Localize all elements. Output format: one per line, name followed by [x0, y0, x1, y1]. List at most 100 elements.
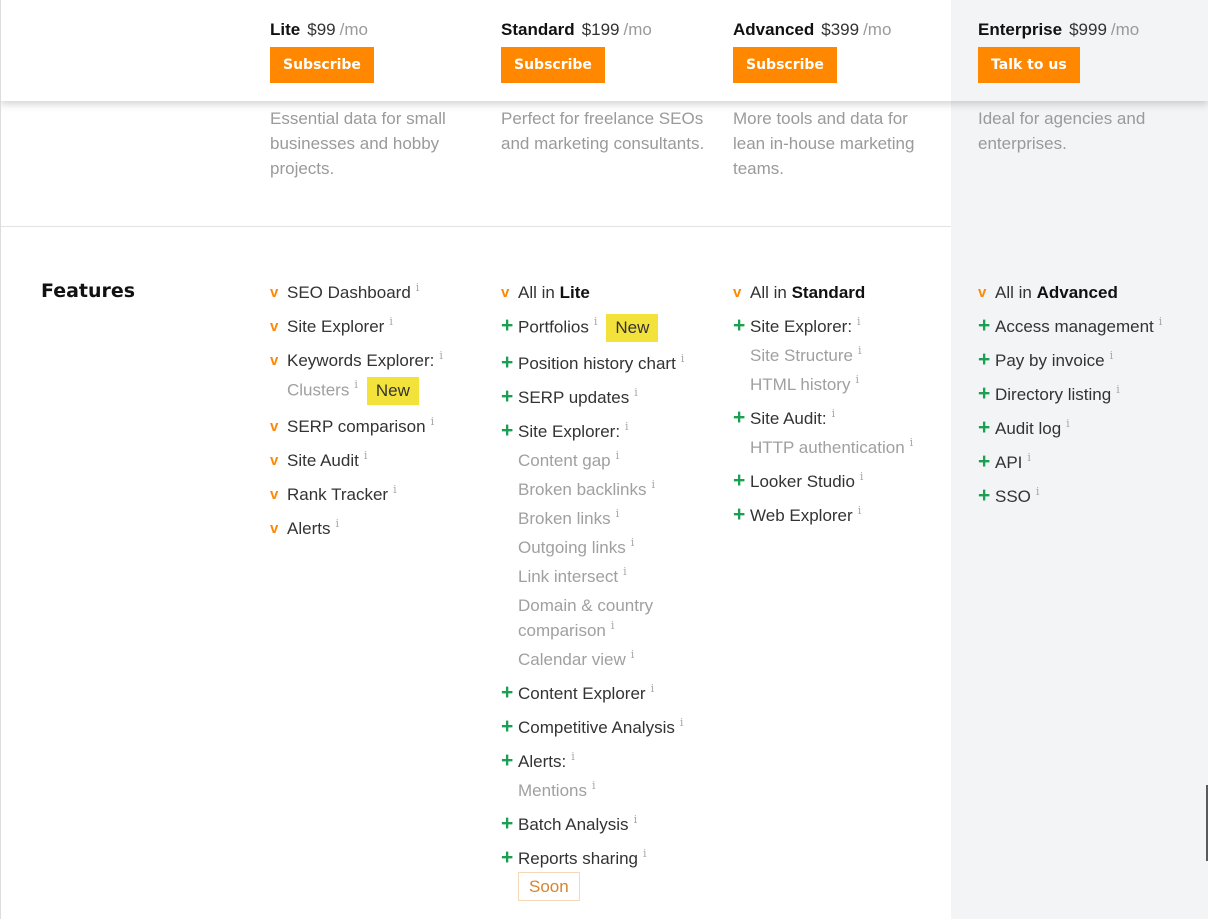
plus-icon: +: [978, 382, 991, 405]
plus-icon: +: [733, 314, 746, 337]
plus-icon: +: [978, 416, 991, 439]
feature-label: Reports sharing: [518, 849, 639, 868]
info-icon[interactable]: i: [364, 448, 368, 464]
feature-label: API: [995, 453, 1023, 472]
info-icon[interactable]: i: [651, 681, 655, 697]
new-badge: New: [606, 314, 659, 342]
features-enterprise-column: v All in Advanced + Access management i + Pa…: [978, 280, 1198, 518]
plan-title-line: Enterprise $999/mo: [978, 18, 1139, 42]
feature-label: Competitive Analysis: [518, 718, 675, 737]
feature-label: Site Explorer: [287, 317, 385, 336]
feature-label: Site Explorer:: [750, 317, 853, 336]
info-icon[interactable]: i: [855, 372, 859, 388]
info-icon[interactable]: i: [681, 351, 685, 367]
feature-label: Access management: [995, 317, 1154, 336]
info-icon[interactable]: i: [592, 778, 596, 794]
feature-looker-studio: + Looker Studio i: [733, 469, 953, 494]
features-lite-column: v SEO Dashboard i v Site Explorer i v Keyword…: [270, 280, 490, 550]
subfeature-label: Link intersect: [518, 567, 619, 586]
info-icon[interactable]: i: [858, 503, 862, 519]
info-icon[interactable]: i: [416, 280, 420, 296]
features-heading: Features: [41, 280, 136, 302]
subscribe-lite-button[interactable]: Subscribe: [270, 47, 374, 83]
plan-description-standard: Perfect for freelance SEOs and marketing…: [501, 109, 705, 153]
info-icon[interactable]: i: [680, 715, 684, 731]
info-icon[interactable]: i: [631, 647, 635, 663]
subfeature-outgoing-links: Outgoing links i: [501, 535, 721, 560]
features-advanced-column: v All in Standard + Site Explorer: i Site S…: [733, 280, 953, 537]
feature-alerts: + Alerts: i: [501, 749, 721, 774]
feature-label: SSO: [995, 487, 1031, 506]
feature-label: Rank Tracker: [287, 485, 389, 504]
plus-icon: +: [978, 314, 991, 337]
info-icon[interactable]: i: [431, 414, 435, 430]
info-icon[interactable]: i: [631, 535, 635, 551]
info-icon[interactable]: i: [857, 314, 861, 330]
info-icon[interactable]: i: [832, 406, 836, 422]
info-icon[interactable]: i: [623, 564, 627, 580]
feature-batch-analysis: + Batch Analysis i: [501, 812, 721, 837]
feature-competitive-analysis: + Competitive Analysis i: [501, 715, 721, 740]
subfeature-html-history: HTML history i: [733, 372, 953, 397]
info-icon[interactable]: i: [643, 846, 647, 862]
plan-period: /mo: [1110, 20, 1140, 39]
plan-period: /mo: [623, 20, 652, 39]
plan-price: $999: [1069, 20, 1107, 39]
feature-label: Looker Studio: [750, 472, 855, 491]
subscribe-advanced-button[interactable]: Subscribe: [733, 47, 837, 83]
info-icon[interactable]: i: [354, 377, 358, 393]
info-icon[interactable]: i: [611, 618, 615, 634]
info-icon[interactable]: i: [634, 812, 638, 828]
plus-icon: +: [501, 812, 514, 835]
feature-pay-by-invoice: + Pay by invoice i: [978, 348, 1198, 373]
plan-period: /mo: [863, 20, 892, 39]
info-icon[interactable]: i: [335, 516, 339, 532]
info-icon[interactable]: i: [1036, 484, 1040, 500]
info-icon[interactable]: i: [1110, 348, 1114, 364]
subfeature-mentions: Mentions i: [501, 778, 721, 803]
feature-site-audit: v Site Audit i: [270, 448, 490, 473]
info-icon[interactable]: i: [910, 435, 914, 451]
plus-icon: +: [733, 469, 746, 492]
talk-to-us-button[interactable]: Talk to us: [978, 47, 1080, 83]
plus-icon: +: [501, 715, 514, 738]
subscribe-standard-button[interactable]: Subscribe: [501, 47, 605, 83]
subfeature-broken-links: Broken links i: [501, 506, 721, 531]
feature-label: Alerts: [287, 519, 331, 538]
feature-sso: + SSO i: [978, 484, 1198, 509]
info-icon[interactable]: i: [594, 314, 598, 330]
info-icon[interactable]: i: [625, 419, 629, 435]
info-icon[interactable]: i: [389, 314, 393, 330]
info-icon[interactable]: i: [1116, 382, 1120, 398]
feature-label: Content Explorer: [518, 684, 646, 703]
info-icon[interactable]: i: [860, 469, 864, 485]
info-icon[interactable]: i: [652, 477, 656, 493]
plus-icon: +: [978, 484, 991, 507]
subfeature-label: Broken backlinks: [518, 480, 647, 499]
info-icon[interactable]: i: [393, 482, 397, 498]
info-icon[interactable]: i: [1159, 314, 1163, 330]
subfeature-calendar-view: Calendar view i: [501, 647, 721, 672]
info-icon[interactable]: i: [1027, 450, 1031, 466]
info-icon[interactable]: i: [439, 348, 443, 364]
plus-icon: +: [501, 419, 514, 442]
info-icon[interactable]: i: [571, 749, 575, 765]
plan-description-lite: Essential data for small businesses and …: [270, 109, 446, 178]
plan-description-advanced: More tools and data for lean in-house ma…: [733, 109, 915, 178]
feature-site-audit: + Site Audit: i: [733, 406, 953, 431]
info-icon[interactable]: i: [858, 343, 862, 359]
info-icon[interactable]: i: [634, 385, 638, 401]
info-icon[interactable]: i: [1066, 416, 1070, 432]
check-icon: v: [270, 418, 279, 435]
plan-price: $399: [821, 20, 860, 39]
feature-label: Alerts:: [518, 752, 567, 771]
feature-label: All in: [995, 283, 1032, 302]
info-icon[interactable]: i: [616, 448, 620, 464]
plan-name: Advanced: [733, 20, 815, 39]
feature-label: SERP updates: [518, 388, 630, 407]
info-icon[interactable]: i: [616, 506, 620, 522]
plus-icon: +: [733, 406, 746, 429]
plan-price: $99: [307, 20, 336, 39]
feature-serp-comparison: v SERP comparison i: [270, 414, 490, 439]
plan-title-line: Advanced $399/mo: [733, 18, 891, 42]
